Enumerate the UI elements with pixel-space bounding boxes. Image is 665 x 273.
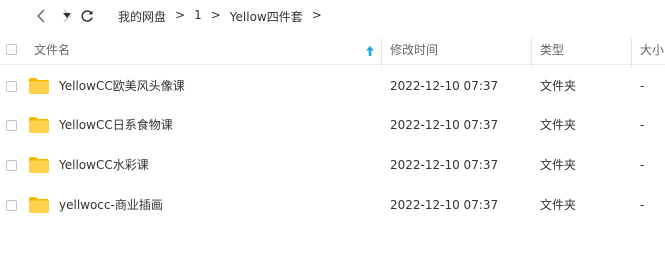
table-row[interactable]: YellowCC水彩课 2022-12-10 07:37 文件夹 - — [0, 146, 665, 185]
folder-icon — [29, 157, 49, 173]
caret-down-button[interactable] — [60, 5, 74, 27]
breadcrumb-item-current[interactable]: Yellow四件套 — [230, 8, 303, 25]
breadcrumb-separator: > — [210, 8, 221, 22]
refresh-icon — [81, 10, 93, 22]
breadcrumb-separator: > — [311, 8, 322, 22]
table-row[interactable]: YellowCC日系食物课 2022-12-10 07:37 文件夹 - — [0, 106, 665, 145]
folder-icon — [29, 78, 49, 94]
column-header-size[interactable]: 大小 — [640, 36, 664, 64]
file-list-header: 文件名 修改时间 类型 大小 — [0, 36, 665, 68]
column-divider[interactable] — [531, 38, 532, 68]
row-checkbox[interactable] — [6, 120, 17, 131]
file-name[interactable]: YellowCC水彩课 — [59, 146, 149, 185]
table-row[interactable]: YellowCC欧美风头像课 2022-12-10 07:37 文件夹 - — [0, 67, 665, 106]
row-checkbox[interactable] — [6, 81, 17, 92]
file-type: 文件夹 — [540, 158, 577, 172]
breadcrumb-item-1[interactable]: 1 — [194, 8, 202, 25]
file-size: - — [640, 158, 645, 172]
file-name[interactable]: yellwocc-商业插画 — [59, 186, 163, 225]
file-size: - — [640, 118, 645, 132]
caret-down-icon — [63, 13, 71, 18]
column-header-type[interactable]: 类型 — [540, 36, 564, 64]
file-type: 文件夹 — [540, 198, 577, 212]
refresh-button[interactable] — [76, 5, 98, 27]
row-checkbox[interactable] — [6, 160, 17, 171]
file-size: - — [640, 198, 645, 212]
folder-icon — [29, 197, 49, 213]
file-modified: 2022-12-10 07:37 — [390, 158, 499, 172]
table-row[interactable]: yellwocc-商业插画 2022-12-10 07:37 文件夹 - — [0, 186, 665, 225]
file-name[interactable]: YellowCC欧美风头像课 — [59, 67, 185, 106]
column-divider[interactable] — [381, 38, 382, 68]
toolbar: 我的网盘 > 1 > Yellow四件套 > — [0, 0, 665, 34]
row-checkbox[interactable] — [6, 200, 17, 211]
file-size: - — [640, 79, 645, 93]
column-divider[interactable] — [631, 38, 632, 68]
file-type: 文件夹 — [540, 118, 577, 132]
breadcrumb: 我的网盘 > 1 > Yellow四件套 > — [118, 8, 331, 25]
select-all-checkbox[interactable] — [6, 44, 17, 55]
column-header-modified[interactable]: 修改时间 — [390, 36, 438, 64]
file-modified: 2022-12-10 07:37 — [390, 79, 499, 93]
column-header-name[interactable]: 文件名 — [34, 36, 70, 64]
folder-icon — [29, 117, 49, 133]
breadcrumb-item-root[interactable]: 我的网盘 — [118, 8, 166, 25]
chevron-left-icon — [36, 9, 45, 23]
file-name[interactable]: YellowCC日系食物课 — [59, 106, 173, 145]
arrow-up-icon[interactable] — [365, 45, 375, 57]
file-modified: 2022-12-10 07:37 — [390, 118, 499, 132]
file-modified: 2022-12-10 07:37 — [390, 198, 499, 212]
back-button[interactable] — [30, 5, 52, 27]
breadcrumb-separator: > — [175, 8, 186, 22]
file-type: 文件夹 — [540, 79, 577, 93]
